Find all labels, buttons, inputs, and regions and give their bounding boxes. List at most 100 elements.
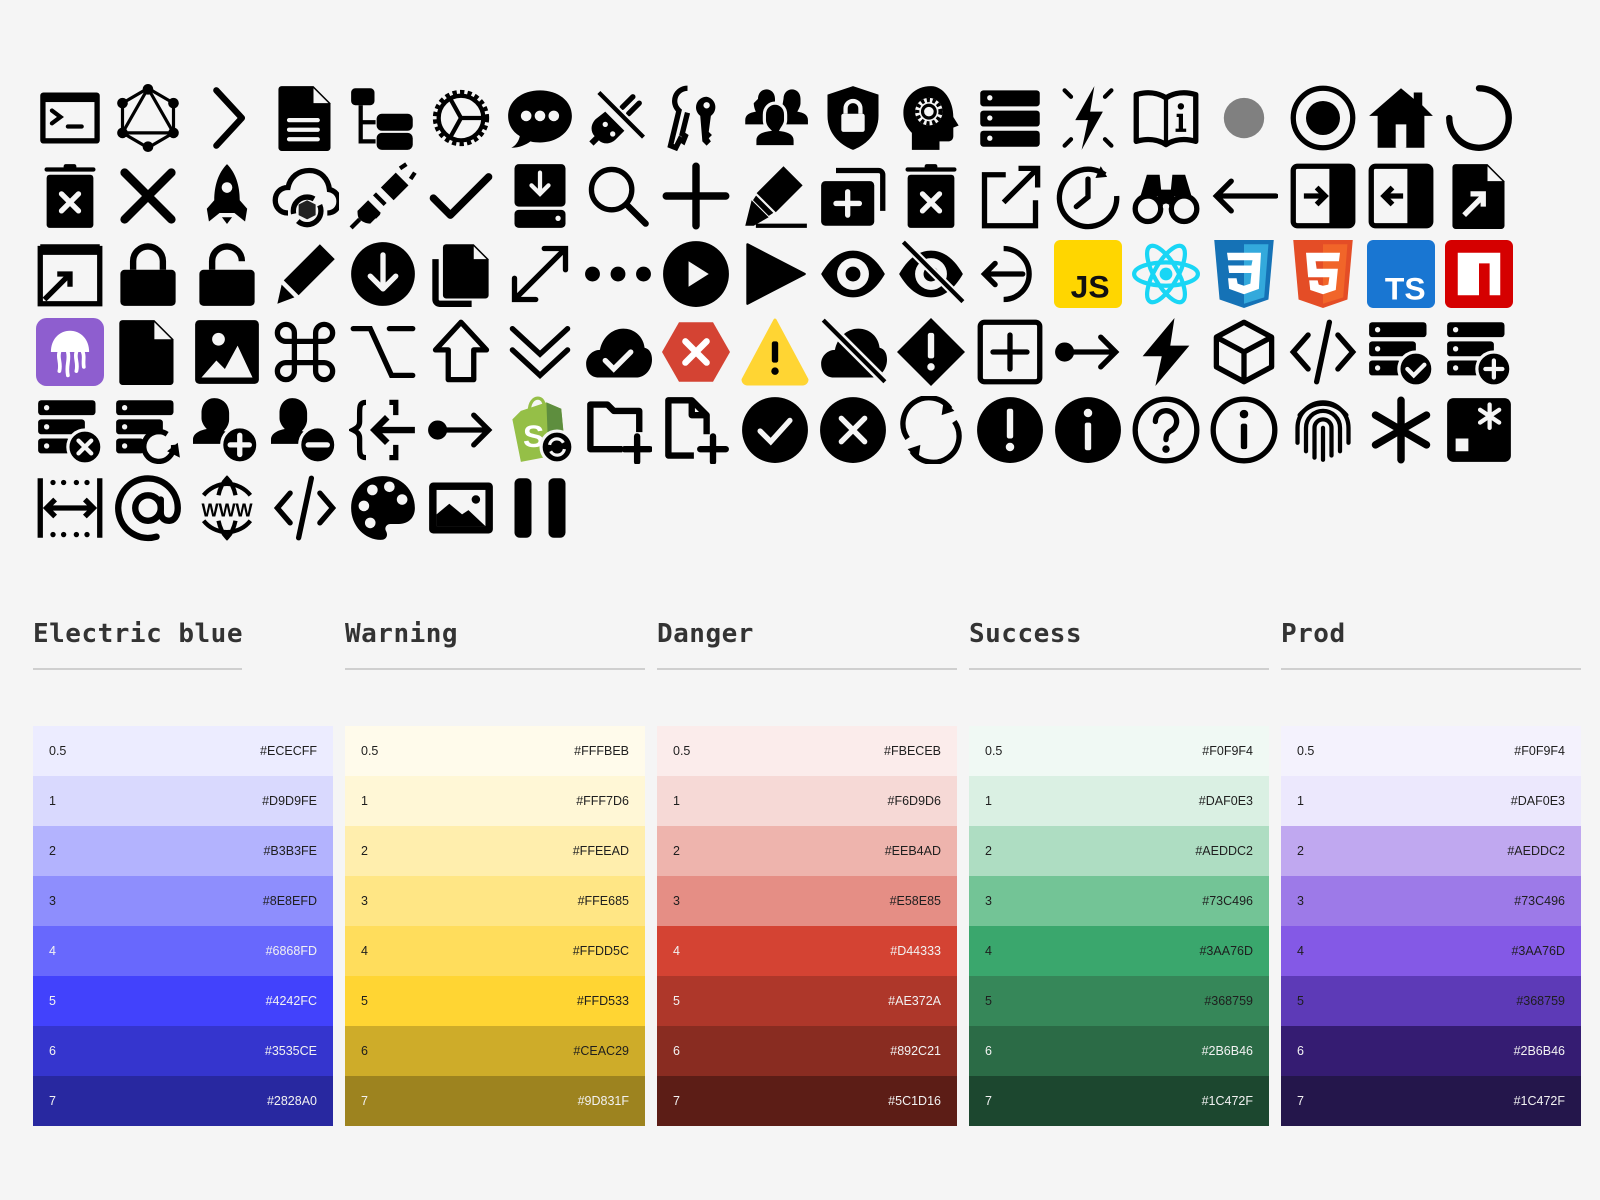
search-icon xyxy=(582,160,654,232)
book-info-icon xyxy=(1130,82,1202,154)
double-chevron-down-icon xyxy=(504,316,576,388)
css3-icon xyxy=(1208,238,1280,310)
panel-enter-icon xyxy=(1287,160,1359,232)
gray-dot-icon xyxy=(1208,82,1280,154)
divider xyxy=(657,668,957,670)
highlighter-icon xyxy=(739,160,811,232)
swatch-row: 7 #5C1D16 xyxy=(657,1076,957,1126)
swatch-step: 0.5 xyxy=(985,744,1003,758)
clock-rotate-icon xyxy=(1052,160,1124,232)
swatch-step: 0.5 xyxy=(361,744,379,758)
swatch-step: 4 xyxy=(49,944,56,958)
swatch-row: 7 #1C472F xyxy=(969,1076,1269,1126)
swatch-row: 6 #892C21 xyxy=(657,1026,957,1076)
shopify-sync-icon: S xyxy=(504,394,576,466)
swatch-row: 3 #E58E85 xyxy=(657,876,957,926)
spinner-icon xyxy=(1443,82,1515,154)
swatch-hex: #F0F9F4 xyxy=(1514,744,1565,758)
chevron-right-icon xyxy=(191,82,263,154)
npm-icon xyxy=(1443,238,1515,310)
swatch-hex: #FFE685 xyxy=(577,894,629,908)
palette-success: Success 0.5 #F0F9F4 1 #DAF0E3 2 #AEDDC2 3 #73C4… xyxy=(969,600,1269,1126)
swatch-step: 5 xyxy=(985,994,992,1008)
swatch-row: 1 #D9D9FE xyxy=(33,776,333,826)
eye-off-icon xyxy=(895,238,967,310)
lock-icon xyxy=(112,238,184,310)
typescript-icon: TS xyxy=(1365,238,1437,310)
swatch-row: 4 #6868FD xyxy=(33,926,333,976)
secret-box-icon xyxy=(1443,394,1515,466)
swatch-hex: #368759 xyxy=(1204,994,1253,1008)
swatch-hex: #2B6B46 xyxy=(1513,1044,1565,1058)
swatch-row: 3 #73C496 xyxy=(1281,876,1581,926)
swatch-row: 5 #AE372A xyxy=(657,976,957,1026)
cloud-sync-icon xyxy=(269,160,341,232)
swatch-hex: #1C472F xyxy=(1201,1094,1253,1108)
code-slash-icon xyxy=(269,472,341,544)
swatch-step: 6 xyxy=(673,1044,680,1058)
swatch-hex: #B3B3FE xyxy=(263,844,317,858)
swatch-step: 5 xyxy=(673,994,680,1008)
cloud-check-icon xyxy=(582,316,654,388)
swatch-hex: #EEB4AD xyxy=(884,844,941,858)
swatch-row: 0.5 #F0F9F4 xyxy=(1281,726,1581,776)
swatch-row: 4 #3AA76D xyxy=(1281,926,1581,976)
swatch-step: 4 xyxy=(361,944,368,958)
swatch-hex: #892C21 xyxy=(890,1044,941,1058)
cube-icon xyxy=(1208,316,1280,388)
swatch-row: 5 #368759 xyxy=(969,976,1269,1026)
html5-icon xyxy=(1287,238,1359,310)
circle-check-icon xyxy=(739,394,811,466)
swatch-step: 2 xyxy=(49,844,56,858)
flash-icon xyxy=(1052,82,1124,154)
circle-question-icon xyxy=(1130,394,1202,466)
swatch-row: 7 #2828A0 xyxy=(33,1076,333,1126)
divider xyxy=(33,668,242,670)
file-icon xyxy=(112,316,184,388)
terminal-icon xyxy=(34,82,106,154)
user-remove-icon xyxy=(269,394,341,466)
swatch-row: 5 #FFD533 xyxy=(345,976,645,1026)
swatch-hex: #6868FD xyxy=(265,944,317,958)
server-icon xyxy=(974,82,1046,154)
fingerprint-icon xyxy=(1287,394,1359,466)
swatch-hex: #8E8EFD xyxy=(262,894,317,908)
swatch-hex: #AE372A xyxy=(888,994,941,1008)
gear-icon xyxy=(425,82,497,154)
swatch-hex: #5C1D16 xyxy=(888,1094,941,1108)
at-sign-icon xyxy=(112,472,184,544)
swatch-row: 2 #AEDDC2 xyxy=(969,826,1269,876)
swatch-row: 4 #FFDD5C xyxy=(345,926,645,976)
swatch-step: 1 xyxy=(1297,794,1304,808)
panel-exit-icon xyxy=(1365,160,1437,232)
swatch-hex: #3AA76D xyxy=(1199,944,1253,958)
swatch-hex: #FFEEAD xyxy=(572,844,629,858)
swatch-hex: #73C496 xyxy=(1514,894,1565,908)
swatch-row: 6 #3535CE xyxy=(33,1026,333,1076)
diamond-alert-icon xyxy=(895,316,967,388)
svg-text:TS: TS xyxy=(1385,271,1426,307)
swatch-step: 0.5 xyxy=(49,744,67,758)
circle-exclamation-icon xyxy=(974,394,1046,466)
javascript-icon: JS xyxy=(1052,238,1124,310)
palette-title: Success xyxy=(969,619,1083,649)
picture-icon xyxy=(425,472,497,544)
swatch-step: 3 xyxy=(673,894,680,908)
folder-add-icon xyxy=(582,394,654,466)
swatch-row: 6 #CEAC29 xyxy=(345,1026,645,1076)
swatch-step: 3 xyxy=(361,894,368,908)
warning-icon xyxy=(739,316,811,388)
sitemap-icon xyxy=(347,82,419,154)
swatch-row: 5 #4242FC xyxy=(33,976,333,1026)
eye-icon xyxy=(817,238,889,310)
square-plus-icon xyxy=(974,316,1046,388)
swatch-step: 7 xyxy=(49,1094,56,1108)
swatch-hex: #F0F9F4 xyxy=(1202,744,1253,758)
swatch-hex: #FFF7D6 xyxy=(576,794,629,808)
graphql-icon xyxy=(112,82,184,154)
swatch-row: 4 #D44333 xyxy=(657,926,957,976)
swatch-hex: #DAF0E3 xyxy=(1198,794,1253,808)
add-folder-stack-icon xyxy=(817,160,889,232)
circle-info-icon xyxy=(1052,394,1124,466)
svg-text:WWW: WWW xyxy=(201,501,253,521)
